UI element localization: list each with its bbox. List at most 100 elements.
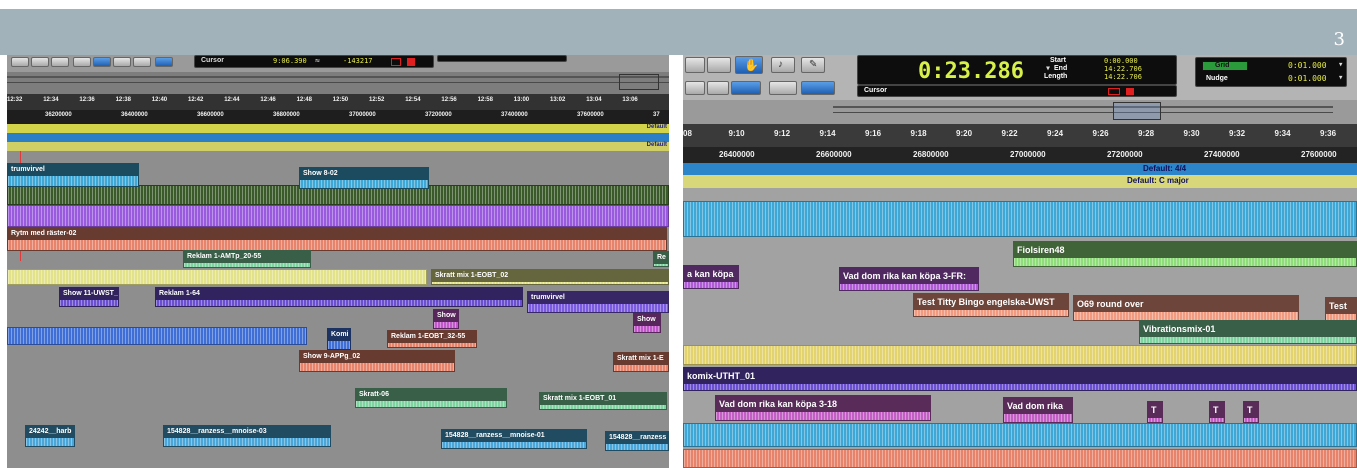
- preset-button[interactable]: [73, 57, 91, 67]
- clip-name: komix-UTHT_01: [684, 368, 1356, 384]
- audio-clip[interactable]: trumvirvel: [527, 291, 669, 313]
- audio-clip[interactable]: Vad dom rika kan köpa 3-FR:: [839, 267, 979, 291]
- audio-clip[interactable]: T: [1147, 401, 1163, 423]
- audio-clip[interactable]: T: [1209, 401, 1225, 423]
- overview-viewport[interactable]: [1113, 102, 1161, 120]
- audio-clip[interactable]: Skratt mix 1-EOBT_02: [431, 269, 669, 285]
- audio-clip[interactable]: 154828__ranzess__mnoise-03: [163, 425, 331, 447]
- clip-waveform: [1014, 258, 1356, 266]
- audio-clip[interactable]: Show 9-APPg_02: [299, 350, 455, 372]
- link-selection-button[interactable]: [801, 81, 835, 95]
- audio-clip[interactable]: Rytm med räster-02: [7, 227, 667, 251]
- clip-name: 24242__harb: [26, 426, 74, 438]
- samples-ruler[interactable]: 36200000 36400000 36600000 36800000 37000000…: [7, 110, 669, 124]
- cursor-display: Cursor 9:06.390 ≈ -143217: [194, 55, 434, 68]
- audio-clip[interactable]: Fiolsiren48: [1013, 241, 1357, 267]
- clip-name: Re: [654, 252, 668, 264]
- edit-mode-button-2[interactable]: [707, 81, 729, 95]
- link-button[interactable]: [133, 57, 151, 67]
- audio-clip[interactable]: Show: [433, 309, 459, 329]
- counter-display: [437, 55, 567, 62]
- audio-clip[interactable]: trumvirvel: [7, 163, 139, 187]
- main-counter-time: 0:23.286: [918, 59, 1024, 84]
- nudge-dropdown-icon[interactable]: ▾: [1338, 73, 1343, 83]
- clip-waveform: [914, 310, 1068, 316]
- audio-clip[interactable]: 24242__harb: [25, 425, 75, 447]
- tempo-ruler: [7, 133, 669, 142]
- audio-clip-waveform-band[interactable]: [7, 205, 669, 227]
- audio-clip[interactable]: Show 11-UWST_: [59, 287, 119, 307]
- audio-clip[interactable]: Skratt-06: [355, 388, 507, 408]
- cursor-label: Cursor: [864, 87, 887, 94]
- audio-clip[interactable]: Reklam 1-AMTp_20-55: [183, 250, 311, 268]
- zoom-out-button[interactable]: [51, 57, 69, 67]
- tab-button[interactable]: [113, 57, 131, 67]
- zoom-tool-button[interactable]: [707, 57, 731, 73]
- audio-clip[interactable]: 154828__ranzess__mnoise-01: [441, 429, 587, 449]
- clip-name: Show 11-UWST_: [60, 288, 118, 300]
- audio-clip[interactable]: Vad dom rika: [1003, 397, 1073, 423]
- audio-clip[interactable]: Test Titty Bingo engelska-UWST: [913, 293, 1069, 317]
- ruler-tick-label: 12:50: [332, 97, 349, 103]
- ruler-tick-label: 12:48: [296, 97, 312, 103]
- grid-value[interactable]: 0:01.000: [1288, 61, 1327, 70]
- audio-clip[interactable]: a kan köpa: [683, 265, 739, 289]
- audio-clip-waveform-band[interactable]: [683, 449, 1357, 468]
- ruler-tick-label: 12:44: [224, 97, 240, 103]
- ruler-tick-label: 13:04: [586, 97, 602, 103]
- clip-name: Show 9-APPg_02: [300, 351, 454, 363]
- audio-clip[interactable]: O69 round over: [1073, 295, 1299, 321]
- clip-waveform: [8, 270, 426, 284]
- presentation-slide: 3 Cursor 9:06.390 ≈ -143217 12:32 12:34 …: [0, 0, 1357, 468]
- samples-ruler[interactable]: 26400000 26600000 26800000 27000000 27200000…: [683, 147, 1357, 163]
- audio-clip-waveform-band[interactable]: [683, 201, 1357, 237]
- cursor-label: Cursor: [201, 57, 224, 64]
- clip-waveform: [684, 450, 1356, 467]
- audio-clip-waveform-band[interactable]: [683, 423, 1357, 447]
- edit-mode-button[interactable]: [685, 81, 705, 95]
- audio-clip-waveform-band[interactable]: [7, 327, 307, 345]
- audio-clip[interactable]: 154828__ranzess: [605, 431, 669, 451]
- audio-clip[interactable]: Re: [653, 251, 669, 267]
- audio-clip[interactable]: komix-UTHT_01: [683, 367, 1357, 391]
- audio-clip[interactable]: Reklam 1-64: [155, 287, 523, 307]
- clip-waveform: [684, 384, 1356, 390]
- clip-waveform: [8, 328, 306, 344]
- audio-clip[interactable]: Reklam 1-EOBT_32-55: [387, 330, 477, 348]
- clip-waveform: [634, 326, 660, 332]
- audio-clip[interactable]: Komi: [327, 328, 351, 350]
- audio-clip-waveform-band[interactable]: [7, 269, 427, 285]
- clip-waveform: [684, 424, 1356, 446]
- audio-clip[interactable]: Skratt mix 1-E: [613, 352, 669, 372]
- speaker-button[interactable]: ♪: [771, 57, 795, 73]
- overview-viewport[interactable]: [619, 74, 659, 90]
- audio-clip[interactable]: Show: [633, 313, 661, 333]
- audio-clip[interactable]: Vad dom rika kan köpa 3-18: [715, 395, 931, 421]
- grid-mode-button[interactable]: [93, 57, 111, 67]
- ruler-tick-label: 36600000: [197, 112, 224, 118]
- pencil-tool-button[interactable]: ✎: [801, 57, 825, 73]
- timeline-ruler[interactable]: 08 9:10 9:12 9:14 9:16 9:18 9:20 9:22 9:24 9:26 9:…: [683, 124, 1357, 147]
- timeline-ruler[interactable]: 12:32 12:34 12:36 12:38 12:40 12:42 12:44 12:46…: [7, 94, 669, 110]
- ruler-tick-label: 9:26: [1092, 129, 1109, 138]
- ruler-tick-label: 12:52: [369, 97, 385, 103]
- clip-waveform: [540, 405, 666, 409]
- audio-clip[interactable]: T: [1243, 401, 1259, 423]
- zoom-button[interactable]: [11, 57, 29, 67]
- nudge-value[interactable]: 0:01.000: [1288, 74, 1327, 83]
- grid-toggle[interactable]: Grid: [1202, 61, 1248, 71]
- grabber-tool-button[interactable]: ✋: [735, 56, 763, 74]
- clip-waveform: [156, 300, 522, 306]
- audio-clip[interactable]: Vibrationsmix-01: [1139, 320, 1357, 344]
- ruler-tick-label: 36800000: [273, 112, 300, 118]
- audio-clip-waveform-band[interactable]: [683, 345, 1357, 365]
- audio-clip[interactable]: Show 8-02: [299, 167, 429, 189]
- grid-dropdown-icon[interactable]: ▾: [1338, 60, 1343, 70]
- shuffle-button[interactable]: [685, 57, 705, 73]
- insert-button[interactable]: [155, 57, 173, 67]
- zoom-in-button[interactable]: [31, 57, 49, 67]
- audio-clip[interactable]: Skratt mix 1-EOBT_01: [539, 392, 667, 410]
- tab-to-transient-button[interactable]: [769, 81, 797, 95]
- ruler-tick-label: 12:38: [115, 97, 131, 103]
- edit-mode-button-3[interactable]: [731, 81, 761, 95]
